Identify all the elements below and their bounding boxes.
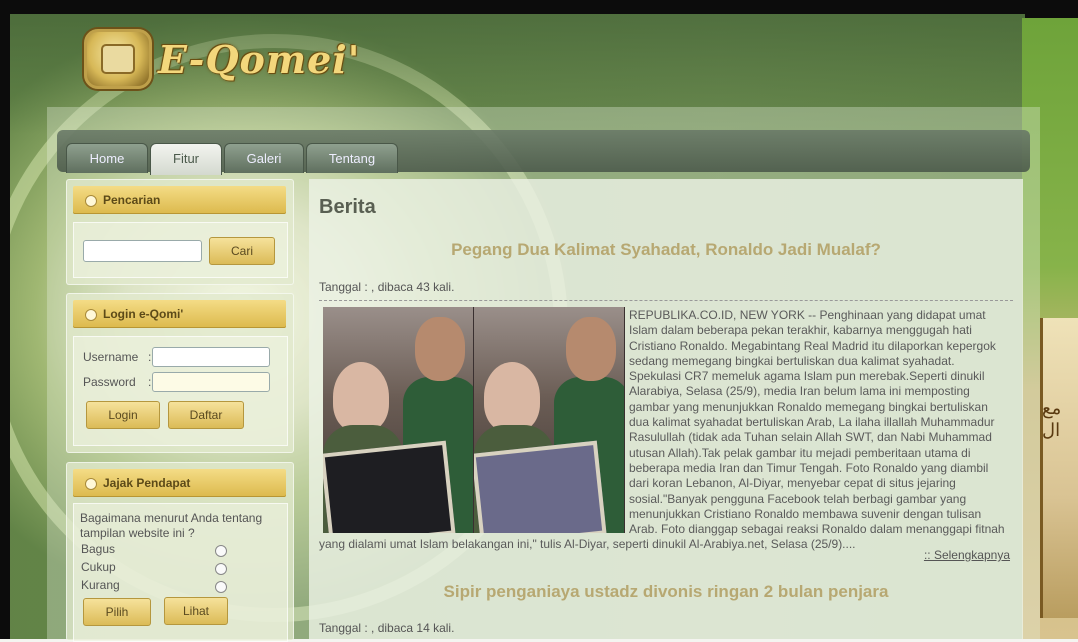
poll-option-label: Bagus [81, 542, 116, 556]
poll-panel-title: Jajak Pendapat [103, 476, 191, 490]
article-meta: Tanggal : , dibaca 43 kali. [319, 280, 455, 294]
article-title[interactable]: Pegang Dua Kalimat Syahadat, Ronaldo Jad… [319, 240, 1013, 260]
article-divider [319, 300, 1013, 301]
background-book-image [1040, 318, 1078, 618]
login-button[interactable]: Login [86, 401, 160, 429]
password-separator: : [148, 375, 152, 389]
bullet-icon [85, 195, 97, 207]
username-field[interactable] [152, 347, 270, 367]
tab-galeri[interactable]: Galeri [224, 143, 304, 173]
poll-question: Bagaimana menurut Anda tentang tampilan … [80, 511, 263, 540]
poll-option-label: Cukup [81, 560, 116, 574]
tab-tentang[interactable]: Tentang [306, 143, 398, 173]
bullet-icon [85, 309, 97, 321]
logo-emblem-icon [84, 29, 152, 89]
poll-option-radio[interactable] [215, 563, 227, 575]
poll-view-results-button[interactable]: Lihat [164, 597, 228, 625]
search-input[interactable] [83, 240, 202, 262]
register-button[interactable]: Daftar [168, 401, 244, 429]
search-button[interactable]: Cari [209, 237, 275, 265]
poll-vote-button[interactable]: Pilih [83, 598, 151, 626]
background-arabic-script: مع ال [1042, 398, 1062, 441]
username-separator: : [148, 350, 152, 364]
article-body: REPUBLIKA.CO.ID, NEW YORK -- Penghinaan … [319, 308, 1009, 553]
section-title: Berita [319, 196, 376, 218]
bullet-icon [85, 478, 97, 490]
login-panel-header: Login e-Qomi' [73, 300, 286, 328]
search-panel: Pencarian [66, 179, 294, 285]
tab-fitur[interactable]: Fitur [150, 143, 222, 175]
logo-text: E-Qomei' [158, 36, 361, 82]
article-title[interactable]: Sipir penganiaya ustadz divonis ringan 2… [319, 582, 1013, 602]
username-label: Username [83, 350, 139, 364]
article-meta: Tanggal : , dibaca 14 kali. [319, 621, 455, 635]
poll-option-radio[interactable] [215, 545, 227, 557]
poll-option-radio[interactable] [215, 581, 227, 593]
login-panel-title: Login e-Qomi' [103, 307, 184, 321]
poll-panel-header: Jajak Pendapat [73, 469, 286, 497]
poll-option-label: Kurang [81, 578, 120, 592]
read-more-link[interactable]: :: Selengkapnya [924, 548, 1010, 562]
password-field[interactable] [152, 372, 270, 392]
search-panel-title: Pencarian [103, 193, 161, 207]
search-panel-header: Pencarian [73, 186, 286, 214]
password-label: Password [83, 375, 136, 389]
tab-home[interactable]: Home [66, 143, 148, 173]
site-logo[interactable]: E-Qomei' [84, 29, 361, 89]
